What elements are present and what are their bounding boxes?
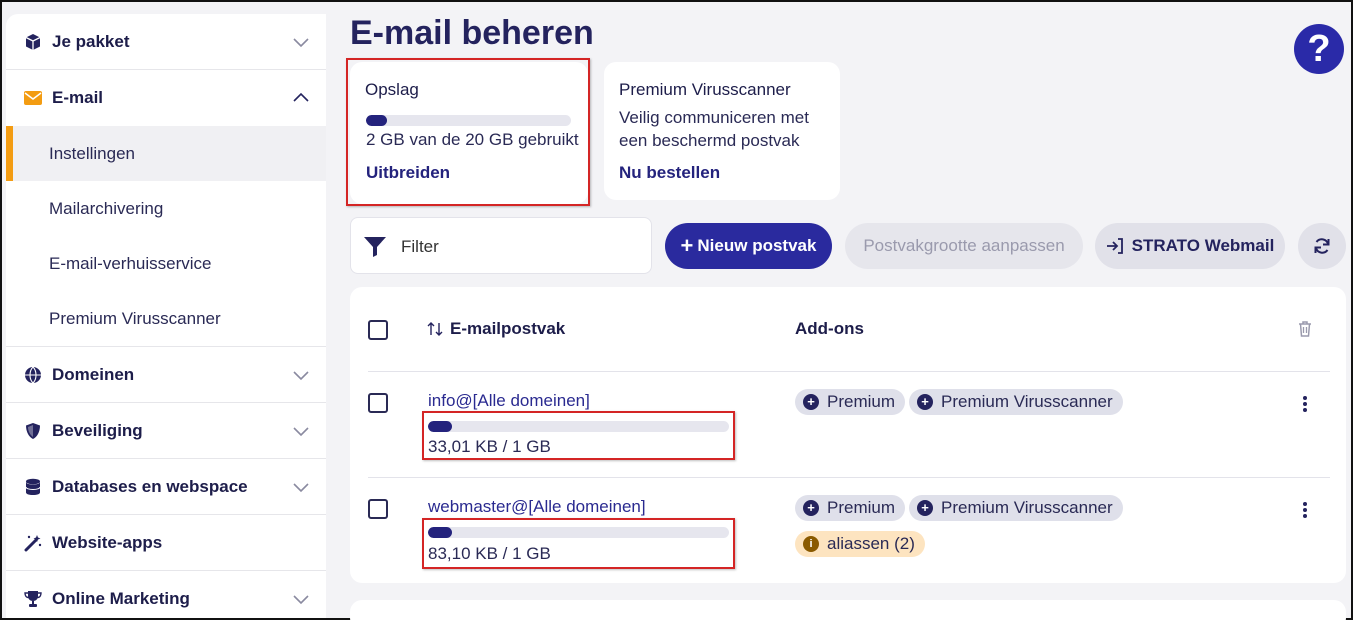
sidebar-item-beveiliging[interactable]: Beveiliging bbox=[6, 403, 326, 459]
plus-circle-icon: + bbox=[917, 394, 933, 410]
globe-icon bbox=[22, 364, 44, 386]
virus-card-title: Premium Virusscanner bbox=[619, 80, 791, 99]
trash-icon[interactable] bbox=[1297, 320, 1313, 338]
sidebar-item-label: E-mail bbox=[52, 88, 104, 107]
mailbox-email-link[interactable]: webmaster@[Alle domeinen] bbox=[428, 497, 646, 517]
chevron-down-icon bbox=[293, 427, 309, 437]
sidebar: Je pakket E-mail Instellingen Mailarchiv… bbox=[6, 14, 326, 618]
column-header-addons: Add-ons bbox=[795, 319, 864, 338]
addon-chip-virusscanner[interactable]: + Premium Virusscanner bbox=[909, 495, 1123, 521]
plus-icon: + bbox=[680, 233, 694, 258]
alias-chip[interactable]: i aliassen (2) bbox=[795, 531, 925, 557]
chevron-up-icon bbox=[293, 92, 309, 102]
select-all-checkbox[interactable] bbox=[368, 320, 388, 340]
sidebar-item-online-marketing[interactable]: Online Marketing bbox=[6, 571, 326, 618]
new-mailbox-label: Nieuw postvak bbox=[697, 236, 817, 255]
row-divider bbox=[368, 477, 1330, 478]
new-mailbox-button[interactable]: + Nieuw postvak bbox=[665, 223, 832, 269]
column-header-email[interactable]: E-mailpostvak bbox=[450, 319, 565, 339]
addon-chip-premium[interactable]: + Premium bbox=[795, 495, 906, 521]
refresh-icon bbox=[1314, 238, 1330, 254]
page-title: E-mail beheren bbox=[350, 14, 594, 52]
virus-card-line2: een beschermd postvak bbox=[619, 131, 800, 150]
addon-chip-premium[interactable]: + Premium bbox=[795, 389, 906, 415]
row-divider bbox=[368, 371, 1330, 372]
highlight-box bbox=[422, 411, 735, 460]
sidebar-item-label: Beveiliging bbox=[52, 420, 143, 440]
magic-wand-icon bbox=[22, 532, 44, 554]
sidebar-item-label: Website-apps bbox=[52, 532, 163, 552]
virus-scanner-card: Premium Virusscanner Veilig communiceren… bbox=[604, 62, 840, 200]
row-menu-icon[interactable] bbox=[1303, 396, 1307, 414]
filter-input[interactable]: Filter bbox=[350, 217, 652, 274]
filter-icon bbox=[364, 237, 386, 257]
box-icon bbox=[22, 31, 44, 53]
addon-chip-label: Premium Virusscanner bbox=[941, 498, 1113, 517]
sidebar-item-label: Je pakket bbox=[52, 31, 130, 51]
row-menu-icon[interactable] bbox=[1303, 502, 1307, 520]
addon-chip-label: Premium bbox=[827, 392, 896, 411]
sidebar-sub-verhuisservice[interactable]: E-mail-verhuisservice bbox=[6, 236, 326, 291]
trophy-icon bbox=[22, 588, 44, 610]
order-now-link[interactable]: Nu bestellen bbox=[619, 163, 720, 183]
mailbox-email-link[interactable]: info@[Alle domeinen] bbox=[428, 391, 590, 411]
next-card bbox=[350, 600, 1346, 620]
sidebar-item-label: Databases en webspace bbox=[52, 476, 248, 496]
row-checkbox[interactable] bbox=[368, 393, 388, 413]
plus-circle-icon: + bbox=[803, 500, 819, 516]
sidebar-item-databases[interactable]: Databases en webspace bbox=[6, 459, 326, 515]
info-icon: i bbox=[803, 536, 819, 552]
sidebar-sub-mailarchivering[interactable]: Mailarchivering bbox=[6, 181, 326, 236]
sidebar-item-label: Online Marketing bbox=[52, 588, 190, 608]
plus-circle-icon: + bbox=[917, 500, 933, 516]
login-arrow-icon bbox=[1106, 238, 1123, 254]
plus-circle-icon: + bbox=[803, 394, 819, 410]
highlight-box bbox=[346, 58, 590, 206]
addon-chip-label: Premium Virusscanner bbox=[941, 392, 1113, 411]
sidebar-sub-virusscanner[interactable]: Premium Virusscanner bbox=[6, 291, 326, 346]
addon-chip-label: Premium bbox=[827, 498, 896, 517]
refresh-button[interactable] bbox=[1298, 223, 1346, 269]
chevron-down-icon bbox=[293, 38, 309, 48]
sidebar-item-label: Domeinen bbox=[52, 364, 135, 384]
chevron-down-icon bbox=[293, 595, 309, 605]
sidebar-item-email[interactable]: E-mail bbox=[6, 70, 326, 126]
help-button[interactable]: ? bbox=[1294, 24, 1344, 74]
sidebar-item-website-apps[interactable]: Website-apps bbox=[6, 515, 326, 571]
database-icon bbox=[22, 476, 44, 498]
sidebar-item-je-pakket[interactable]: Je pakket bbox=[6, 14, 326, 70]
sidebar-item-domeinen[interactable]: Domeinen bbox=[6, 347, 326, 403]
filter-placeholder: Filter bbox=[401, 237, 439, 256]
chevron-down-icon bbox=[293, 371, 309, 381]
row-checkbox[interactable] bbox=[368, 499, 388, 519]
addon-chip-virusscanner[interactable]: + Premium Virusscanner bbox=[909, 389, 1123, 415]
sidebar-sub-instellingen[interactable]: Instellingen bbox=[6, 126, 326, 181]
resize-mailbox-button[interactable]: Postvakgrootte aanpassen bbox=[845, 223, 1083, 269]
alias-chip-label: aliassen (2) bbox=[827, 534, 915, 553]
virus-card-line1: Veilig communiceren met bbox=[619, 108, 809, 127]
envelope-icon bbox=[22, 87, 44, 109]
webmail-label: STRATO Webmail bbox=[1131, 236, 1275, 255]
email-submenu: Instellingen Mailarchivering E-mail-verh… bbox=[6, 126, 326, 347]
sort-icon[interactable] bbox=[427, 321, 443, 337]
chevron-down-icon bbox=[293, 483, 309, 493]
webmail-button[interactable]: STRATO Webmail bbox=[1095, 223, 1285, 269]
highlight-box bbox=[422, 518, 735, 569]
shield-icon bbox=[22, 420, 44, 442]
